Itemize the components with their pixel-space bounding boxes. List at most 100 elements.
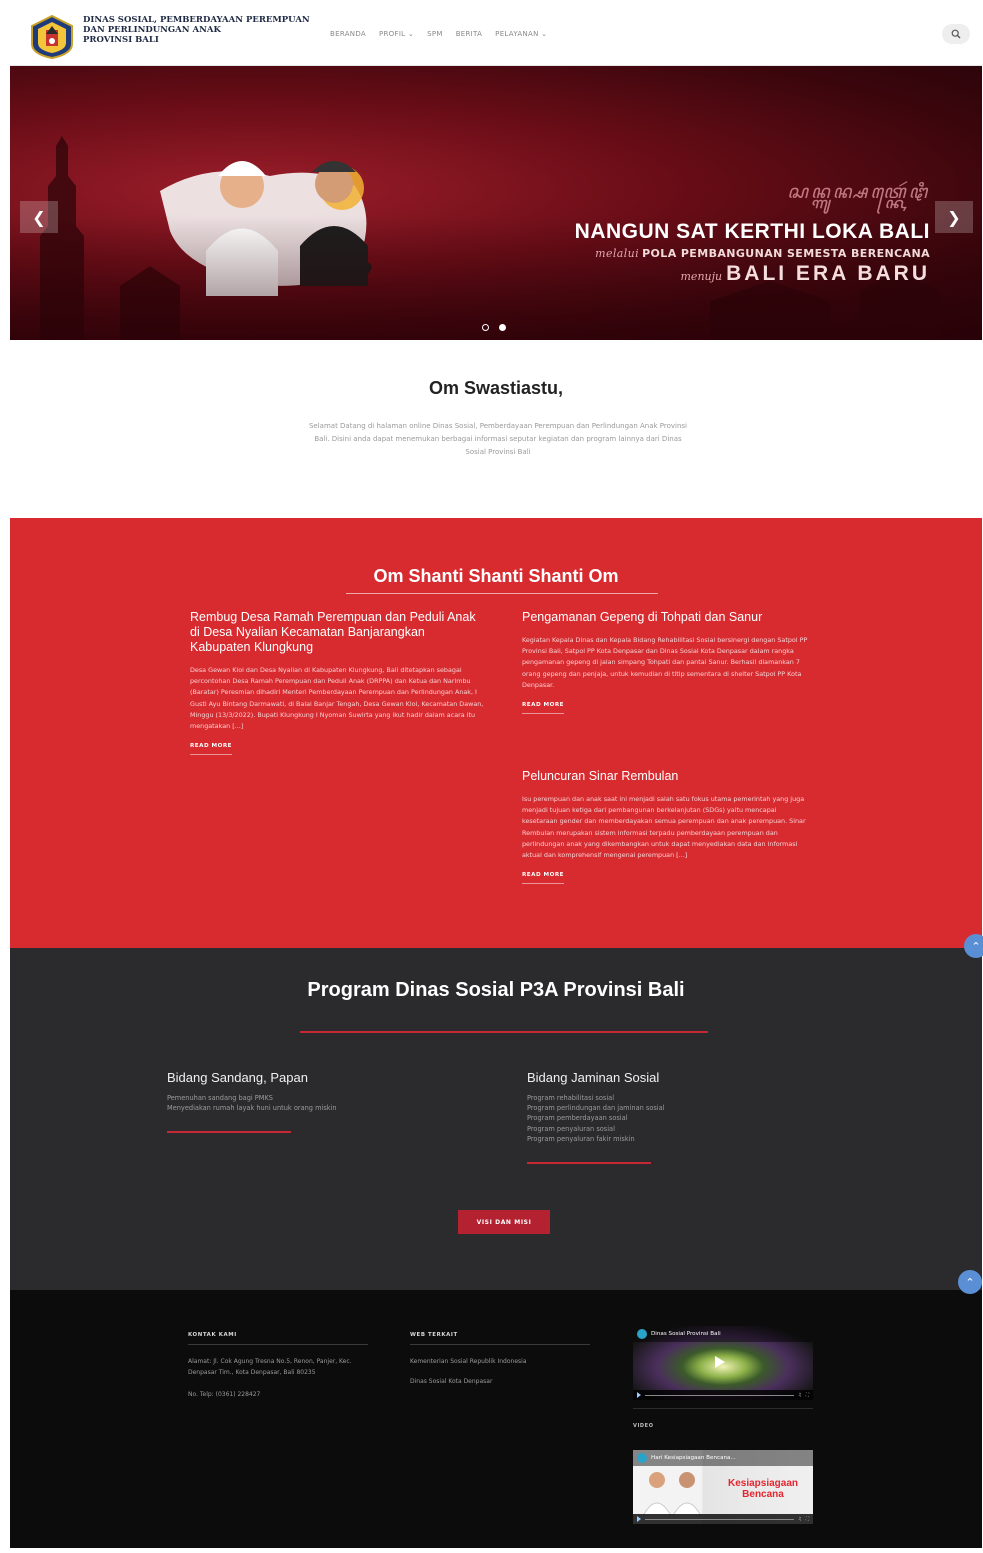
- slogan-balinese-script: ꦱꦤ꧀ꦒꦸꦤ꧀ꦱꦠ꧀ꦏꦺꦂꦛꦶ: [787, 181, 930, 203]
- program-item: Program penyaluran fakir miskin: [527, 1134, 635, 1143]
- nav-berita[interactable]: BERITA: [456, 30, 482, 38]
- program-list: Pemenuhan sandang bagi PMKS Menyediakan …: [167, 1093, 407, 1113]
- video-thumbnail-people: [642, 1472, 702, 1516]
- hero-slogan: ꦱꦤ꧀ꦒꦸꦤ꧀ꦱꦠ꧀ꦏꦺꦂꦛꦶ NANGUN SAT KERTHI LOKA B…: [530, 178, 930, 286]
- chevron-right-icon: ❯: [947, 207, 961, 227]
- nav-profil[interactable]: PROFIL ⌄: [379, 30, 414, 38]
- news-post: Pengamanan Gepeng di Tohpati dan Sanur K…: [522, 610, 808, 715]
- chevron-left-icon: ❮: [32, 207, 46, 227]
- read-more-link[interactable]: READ MORE: [522, 702, 564, 715]
- news-section: Om Shanti Shanti Shanti Om Rembug Desa R…: [10, 518, 982, 948]
- video-player-1[interactable]: Dinas Sosial Provinsi Bali ♫ ⛶: [633, 1326, 813, 1400]
- footer-links-heading: WEB TERKAIT: [410, 1332, 590, 1345]
- program-column: Bidang Sandang, Papan Pemenuhan sandang …: [167, 1070, 407, 1134]
- news-post-title[interactable]: Pengamanan Gepeng di Tohpati dan Sanur: [522, 610, 808, 625]
- program-list: Program rehabilitasi sosial Program perl…: [527, 1093, 767, 1144]
- programs-title-underline: [300, 1031, 708, 1033]
- video-title[interactable]: Hari Kesiapsiagaan Bencana...: [651, 1455, 736, 1461]
- news-post-excerpt: Desa Gewan Kloi dan Desa Nyalian di Kabu…: [190, 666, 484, 731]
- video-progress-track[interactable]: [645, 1518, 794, 1520]
- site-footer: KONTAK KAMI Alamat: Jl. Cok Agung Tresna…: [10, 1290, 982, 1548]
- footer-contact: KONTAK KAMI Alamat: Jl. Cok Agung Tresna…: [188, 1332, 368, 1401]
- program-column-title: Bidang Jaminan Sosial: [527, 1070, 660, 1085]
- news-post: Rembug Desa Ramah Perempuan dan Peduli A…: [190, 610, 486, 756]
- program-divider: [167, 1131, 291, 1134]
- video-title-bar: Dinas Sosial Provinsi Bali: [633, 1326, 813, 1342]
- fullscreen-icon[interactable]: ⛶: [806, 1392, 809, 1398]
- site-brand[interactable]: DINAS SOSIAL, PEMBERDAYAAN PEREMPUAN DAN…: [83, 15, 323, 45]
- scroll-to-top-button[interactable]: ⌃: [958, 1270, 982, 1294]
- visi-misi-button[interactable]: VISI DAN MISI: [458, 1210, 550, 1234]
- program-item: Program penyaluran sosial: [527, 1124, 615, 1133]
- video-player-2[interactable]: Hari Kesiapsiagaan Bencana... Kesiapsiag…: [633, 1450, 813, 1524]
- hero-slider[interactable]: ꦱꦤ꧀ꦒꦸꦤ꧀ꦱꦠ꧀ꦏꦺꦂꦛꦶ NANGUN SAT KERTHI LOKA B…: [10, 66, 982, 340]
- program-item: Menyediakan rumah layak huni untuk orang…: [167, 1104, 337, 1113]
- program-item: Program rehabilitasi sosial: [527, 1094, 615, 1102]
- play-icon[interactable]: [715, 1356, 725, 1368]
- welcome-text: Selamat Datang di halaman online Dinas S…: [308, 422, 688, 456]
- video-progress-track[interactable]: [645, 1394, 794, 1396]
- read-more-link[interactable]: READ MORE: [522, 872, 564, 885]
- program-column-title: Bidang Sandang, Papan: [167, 1070, 308, 1085]
- search-button[interactable]: [942, 24, 970, 44]
- program-divider: [527, 1162, 651, 1165]
- main-nav: BERANDA PROFIL ⌄ SPM BERITA PELAYANAN ⌄: [330, 30, 547, 38]
- footer-video-heading: VIDEO: [633, 1408, 813, 1429]
- program-item: Program perlindungan dan jaminan sosial: [527, 1104, 665, 1113]
- site-header: DINAS SOSIAL, PEMBERDAYAAN PEREMPUAN DAN…: [10, 6, 982, 66]
- nav-pelayanan[interactable]: PELAYANAN ⌄: [495, 30, 547, 38]
- slider-dot-1[interactable]: [482, 324, 489, 331]
- news-post: Peluncuran Sinar Rembulan Isu perempuan …: [522, 769, 808, 885]
- channel-avatar-icon: [637, 1329, 647, 1339]
- volume-icon[interactable]: ♫: [798, 1517, 802, 1522]
- slider-next-button[interactable]: ❯: [935, 201, 973, 233]
- news-post-title[interactable]: Peluncuran Sinar Rembulan: [522, 769, 808, 784]
- video-controls[interactable]: ♫ ⛶: [633, 1514, 813, 1524]
- footer-link-dinsos-denpasar[interactable]: Dinas Sosial Kota Denpasar: [410, 1377, 590, 1387]
- read-more-link[interactable]: READ MORE: [190, 743, 232, 756]
- slider-prev-button[interactable]: ❮: [20, 201, 58, 233]
- footer-link-kemensos[interactable]: Kementerian Sosial Republik Indonesia: [410, 1357, 590, 1367]
- video-title[interactable]: Dinas Sosial Provinsi Bali: [651, 1331, 721, 1337]
- chevron-up-icon: ⌃: [971, 939, 981, 953]
- program-item: Program pemberdayaan sosial: [527, 1114, 628, 1123]
- programs-title: Program Dinas Sosial P3A Provinsi Bali: [307, 979, 685, 1001]
- news-post-excerpt: Kegiatan Kepala Dinas dan Kepala Bidang …: [522, 636, 808, 689]
- welcome-title: Om Swastiastu,: [428, 378, 564, 398]
- news-post-excerpt: Isu perempuan dan anak saat ini menjadi …: [522, 795, 806, 860]
- footer-phone: No. Telp: (0361) 228427: [188, 1391, 261, 1398]
- video-title-bar: Hari Kesiapsiagaan Bencana...: [633, 1450, 813, 1466]
- volume-icon[interactable]: ♫: [798, 1393, 802, 1398]
- program-item: Pemenuhan sandang bagi PMKS: [167, 1094, 273, 1102]
- video-caption: Kesiapsiagaan Bencana: [727, 1478, 799, 1500]
- slogan-era-text: BALI ERA BARU: [726, 262, 930, 285]
- play-small-icon[interactable]: [637, 1516, 641, 1522]
- channel-avatar-icon: [637, 1453, 647, 1463]
- slogan-sub-text: POLA PEMBANGUNAN SEMESTA BERENCANA: [642, 247, 930, 260]
- slider-dot-2[interactable]: [499, 324, 506, 331]
- footer-related-links: WEB TERKAIT Kementerian Sosial Republik …: [410, 1332, 590, 1387]
- nav-spm[interactable]: SPM: [427, 30, 443, 38]
- welcome-section: Om Swastiastu, Selamat Datang di halaman…: [10, 340, 982, 518]
- search-icon: [951, 29, 961, 39]
- news-title-underline: [346, 593, 658, 594]
- chevron-up-icon: ⌃: [965, 1275, 975, 1289]
- footer-address: Alamat: Jl. Cok Agung Tresna No.5, Renon…: [188, 1358, 352, 1376]
- footer-contact-heading: KONTAK KAMI: [188, 1332, 368, 1345]
- programs-section: Program Dinas Sosial P3A Provinsi Bali B…: [10, 948, 982, 1290]
- slogan-era: menuju BALI ERA BARU: [530, 262, 930, 286]
- slider-dots: [482, 324, 506, 331]
- fullscreen-icon[interactable]: ⛶: [806, 1516, 809, 1522]
- slogan-era-prefix: menuju: [680, 270, 723, 283]
- bali-province-logo-icon[interactable]: [28, 14, 76, 60]
- play-small-icon[interactable]: [637, 1392, 641, 1398]
- slogan-main: NANGUN SAT KERTHI LOKA BALI: [574, 220, 930, 243]
- brand-line-3: PROVINSI BALI: [83, 35, 159, 45]
- brand-line-1: DINAS SOSIAL, PEMBERDAYAAN PEREMPUAN: [83, 15, 310, 25]
- slogan-sub-prefix: melalui: [595, 247, 640, 260]
- video-controls[interactable]: ♫ ⛶: [633, 1390, 813, 1400]
- news-section-title: Om Shanti Shanti Shanti Om: [373, 566, 619, 586]
- scroll-to-top-button[interactable]: ⌃: [964, 934, 983, 958]
- news-post-title[interactable]: Rembug Desa Ramah Perempuan dan Peduli A…: [190, 610, 486, 655]
- nav-beranda[interactable]: BERANDA: [330, 30, 366, 38]
